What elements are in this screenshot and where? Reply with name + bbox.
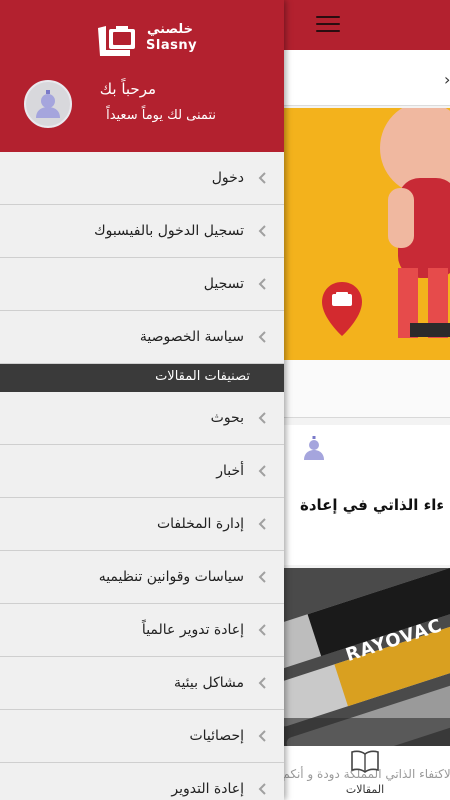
account-menu: دخول تسجيل الدخول بالفيسبوك تسجيل سياسة الخ… <box>0 152 284 364</box>
chevron-left-icon <box>258 225 266 237</box>
chevron-left-icon <box>258 677 266 689</box>
banner-caption-strip <box>284 360 450 418</box>
drawer-item-0[interactable]: دخول <box>0 152 284 205</box>
user-avatar[interactable] <box>24 80 72 128</box>
categories-menu: بحوث أخبار إدارة المخلفات سياسات وقوانين تن… <box>0 392 284 800</box>
user-avatar-icon <box>36 90 60 118</box>
chevron-left-icon <box>258 783 266 795</box>
chevron-left-icon <box>258 624 266 636</box>
logo-text-english: Slasny <box>146 38 198 53</box>
logo-text-arabic: خلصني <box>147 22 193 37</box>
book-icon <box>351 750 379 773</box>
drawer-item-3[interactable]: سياسة الخصوصية <box>0 311 284 364</box>
category-item-7[interactable]: إعادة التدوير <box>0 763 284 800</box>
bottom-tab-articles[interactable]: المقالات <box>330 746 400 800</box>
article-card-title[interactable]: ءاء الذاتي في إعادة <box>300 496 450 514</box>
chevron-left-icon <box>258 730 266 742</box>
chevron-left-icon <box>258 278 266 290</box>
category-item-label: إعادة التدوير <box>171 781 244 797</box>
category-item-6[interactable]: إحصائيات <box>0 710 284 763</box>
chevron-left-icon <box>258 571 266 583</box>
hamburger-menu-icon[interactable] <box>316 16 340 34</box>
search-bar-edge-glyph: › <box>444 70 450 89</box>
category-item-2[interactable]: إدارة المخلفات <box>0 498 284 551</box>
drawer-item-2[interactable]: تسجيل <box>0 258 284 311</box>
bottom-tab-articles-label: المقالات <box>345 783 385 796</box>
drawer-item-label: تسجيل الدخول بالفيسبوك <box>94 223 244 239</box>
drawer-item-label: دخول <box>211 170 244 186</box>
drawer-item-label: تسجيل <box>203 276 244 292</box>
category-item-label: أخبار <box>216 463 244 479</box>
category-item-1[interactable]: أخبار <box>0 445 284 498</box>
category-item-label: إعادة تدوير عالمياً <box>141 622 244 638</box>
chevron-left-icon <box>258 172 266 184</box>
category-item-label: إدارة المخلفات <box>156 516 244 532</box>
author-avatar-icon <box>302 436 326 460</box>
category-item-label: بحوث <box>210 410 244 426</box>
promo-banner-image[interactable] <box>284 108 450 360</box>
drawer-header: خلصني Slasny مرحباً بك نتمنى لك يوماً سع… <box>0 0 284 152</box>
categories-section-header: تصنيفات المقالات <box>0 364 284 392</box>
greeting-subtitle: نتمنى لك يوماً سعيداً <box>106 108 216 123</box>
drawer-item-1[interactable]: تسجيل الدخول بالفيسبوك <box>0 205 284 258</box>
chevron-left-icon <box>258 465 266 477</box>
drawer-item-label: سياسة الخصوصية <box>139 329 244 345</box>
article-photo[interactable]: RAYOVAC <box>284 568 450 746</box>
category-item-0[interactable]: بحوث <box>0 392 284 445</box>
category-item-label: إحصائيات <box>189 728 244 744</box>
chevron-left-icon <box>258 518 266 530</box>
category-item-label: مشاكل بيئية <box>173 675 244 691</box>
category-item-3[interactable]: سياسات وقوانين تنظيميه <box>0 551 284 604</box>
chevron-left-icon <box>258 412 266 424</box>
category-item-5[interactable]: مشاكل بيئية <box>0 657 284 710</box>
categories-section-title: تصنيفات المقالات <box>155 369 250 384</box>
welcome-text: مرحباً بك <box>99 80 156 98</box>
category-item-4[interactable]: إعادة تدوير عالمياً <box>0 604 284 657</box>
navigation-drawer: خلصني Slasny مرحباً بك نتمنى لك يوماً سع… <box>0 0 284 800</box>
search-bar[interactable] <box>284 50 450 106</box>
category-item-label: سياسات وقوانين تنظيميه <box>98 569 244 585</box>
chevron-left-icon <box>258 331 266 343</box>
